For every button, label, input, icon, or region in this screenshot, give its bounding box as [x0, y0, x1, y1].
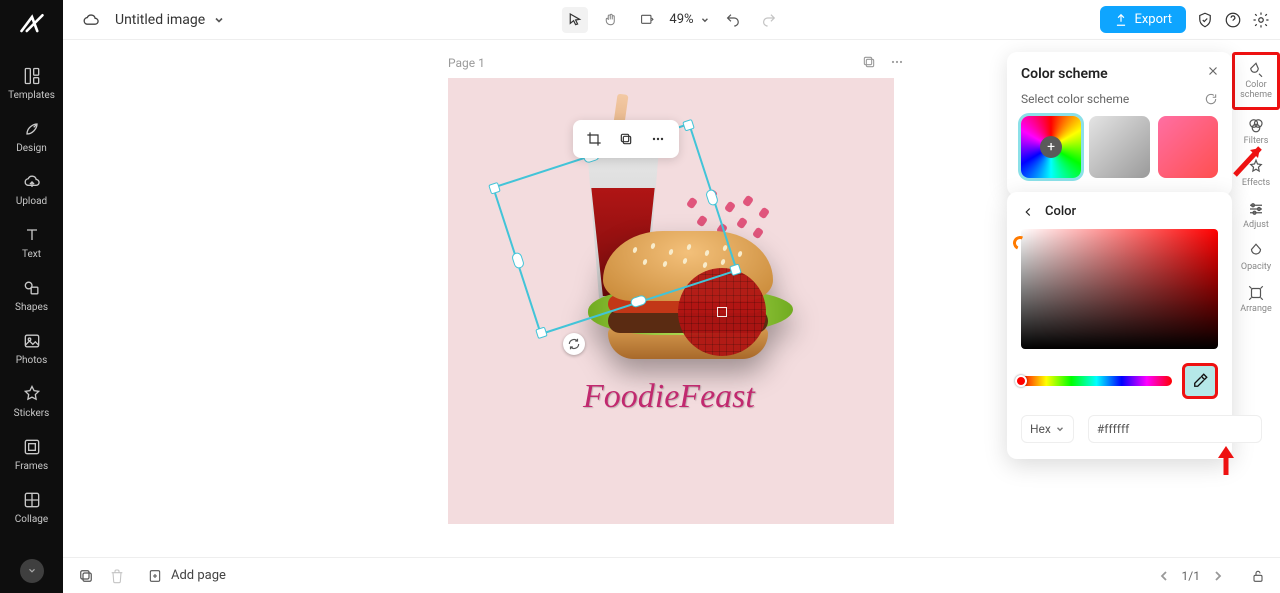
nav-templates[interactable]: Templates: [0, 58, 63, 111]
nav-label: Collage: [15, 514, 48, 525]
tool-label: Arrange: [1240, 304, 1272, 314]
hue-slider[interactable]: [1021, 376, 1172, 386]
nav-label: Photos: [16, 355, 48, 366]
shield-icon[interactable]: [1196, 11, 1214, 29]
left-nav: Templates Design Upload Text Shapes Phot…: [0, 0, 63, 593]
next-page-icon[interactable]: [1210, 568, 1226, 584]
resize-handle[interactable]: [629, 294, 647, 308]
nav-label: Upload: [16, 196, 47, 207]
more-page-icon[interactable]: [889, 54, 905, 70]
duplicate-page-icon[interactable]: [861, 54, 877, 70]
back-icon[interactable]: [1021, 205, 1035, 219]
nav-photos[interactable]: Photos: [0, 323, 63, 376]
hand-tool[interactable]: [597, 7, 623, 33]
toolbar-right: Export: [1100, 6, 1270, 33]
tool-color-scheme[interactable]: Color scheme: [1232, 52, 1280, 110]
resize-handle[interactable]: [682, 119, 695, 132]
delete-page-icon[interactable]: [109, 568, 125, 584]
document-title[interactable]: Untitled image: [115, 12, 205, 28]
crop-dropdown[interactable]: [633, 7, 659, 33]
color-format-select[interactable]: Hex: [1021, 415, 1074, 443]
settings-icon[interactable]: [1252, 11, 1270, 29]
page-actions: [861, 54, 905, 70]
app-logo[interactable]: [18, 10, 46, 38]
color-scheme-panel: Color scheme Select color scheme +: [1007, 52, 1232, 196]
resize-handle[interactable]: [535, 326, 548, 339]
toolbar-center: 49%: [561, 7, 781, 33]
cloud-sync-icon[interactable]: [81, 10, 101, 30]
help-icon[interactable]: [1224, 11, 1242, 29]
nav-label: Design: [16, 143, 47, 154]
nav-label: Stickers: [14, 408, 50, 419]
tool-arrange[interactable]: Arrange: [1232, 278, 1280, 320]
lock-icon[interactable]: [1250, 568, 1266, 584]
undo-button[interactable]: [720, 7, 746, 33]
close-icon[interactable]: [1206, 64, 1220, 78]
scheme-swatches: +: [1021, 116, 1218, 178]
select-scheme-label: Select color scheme: [1021, 92, 1129, 106]
color-picker-panel: Color Hex: [1007, 192, 1232, 459]
export-label: Export: [1134, 12, 1172, 27]
pages-overview-icon[interactable]: [77, 567, 95, 585]
zoom-level[interactable]: 49%: [669, 12, 709, 27]
tool-label: Opacity: [1241, 262, 1271, 272]
sync-badge-icon[interactable]: [563, 333, 585, 355]
nav-stickers[interactable]: Stickers: [0, 376, 63, 429]
tool-adjust[interactable]: Adjust: [1232, 194, 1280, 236]
tool-label: Adjust: [1243, 220, 1269, 230]
page-indicator: 1/1: [1182, 569, 1200, 583]
hex-input[interactable]: [1088, 415, 1262, 443]
resize-handle[interactable]: [488, 182, 501, 195]
nav-label: Frames: [15, 461, 48, 472]
title-chevron-icon[interactable]: [213, 14, 225, 26]
add-page-button[interactable]: Add page: [147, 568, 226, 584]
nav-label: Templates: [8, 90, 55, 101]
zoom-value: 49%: [669, 12, 693, 27]
swatch-grey[interactable]: [1089, 116, 1149, 178]
export-button[interactable]: Export: [1100, 6, 1186, 33]
more-button[interactable]: [645, 126, 671, 152]
prev-page-icon[interactable]: [1156, 568, 1172, 584]
account-avatar[interactable]: [20, 559, 44, 583]
nav-label: Shapes: [15, 302, 48, 313]
top-bar: Untitled image 49% Export: [63, 0, 1280, 40]
resize-handle[interactable]: [511, 251, 525, 269]
nav-label: Text: [22, 249, 41, 260]
duplicate-button[interactable]: [613, 126, 639, 152]
swatch-pink[interactable]: [1158, 116, 1218, 178]
nav-frames[interactable]: Frames: [0, 429, 63, 482]
nav-text[interactable]: Text: [0, 217, 63, 270]
page-label: Page 1: [448, 56, 485, 70]
resize-handle[interactable]: [705, 188, 719, 206]
element-toolbar: [573, 120, 679, 158]
bottom-bar: Add page 1/1: [63, 557, 1280, 593]
hex-label: Hex: [1030, 422, 1051, 436]
nav-upload[interactable]: Upload: [0, 164, 63, 217]
saturation-value-picker[interactable]: [1021, 229, 1218, 349]
nav-shapes[interactable]: Shapes: [0, 270, 63, 323]
tool-label: Color scheme: [1235, 81, 1277, 101]
nav-design[interactable]: Design: [0, 111, 63, 164]
nav-collage[interactable]: Collage: [0, 482, 63, 535]
tool-opacity[interactable]: Opacity: [1232, 236, 1280, 278]
eyedropper-button[interactable]: [1182, 363, 1218, 399]
crop-button[interactable]: [581, 126, 607, 152]
brand-text[interactable]: FoodieFeast: [583, 378, 755, 416]
color-header: Color: [1045, 204, 1076, 219]
swatch-custom[interactable]: +: [1021, 116, 1081, 178]
panel-title: Color scheme: [1021, 66, 1218, 82]
hue-thumb[interactable]: [1015, 375, 1027, 387]
redo-button[interactable]: [756, 7, 782, 33]
reset-icon[interactable]: [1204, 92, 1218, 106]
add-page-label: Add page: [171, 568, 226, 583]
cursor-tool[interactable]: [561, 7, 587, 33]
